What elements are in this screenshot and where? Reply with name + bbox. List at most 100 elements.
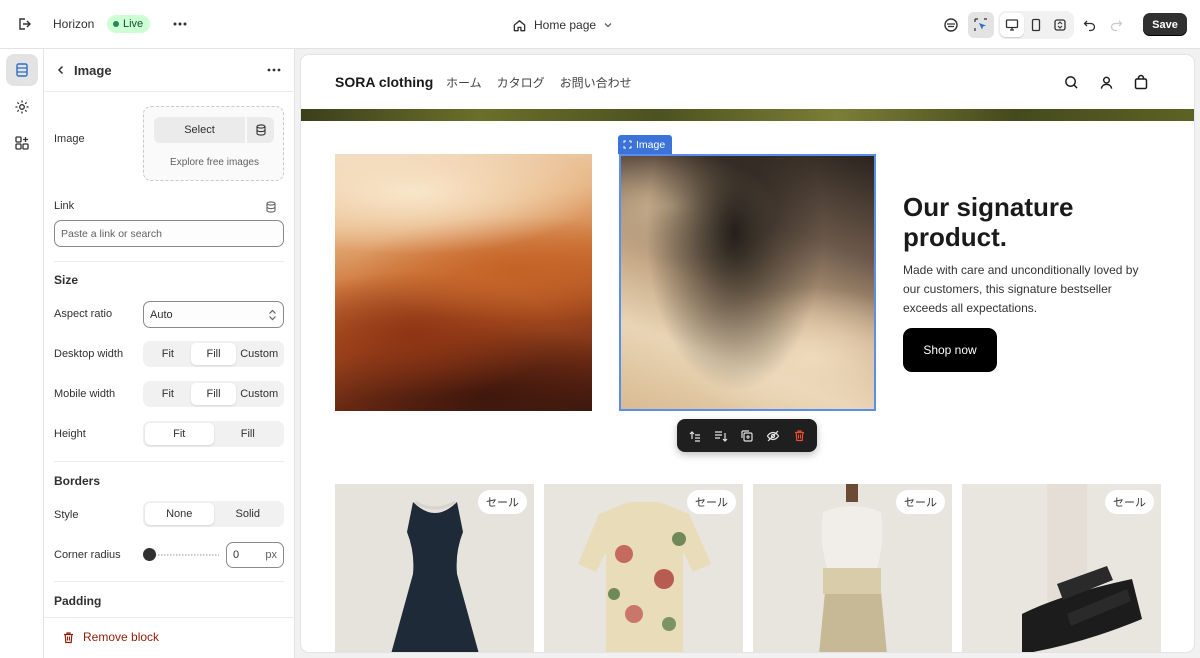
store-header-icons [1061,72,1151,92]
product-card-sandal[interactable]: セール [962,484,1161,652]
store-logo[interactable]: SORA clothing [335,74,433,90]
search-icon[interactable] [1061,72,1081,92]
mobile-icon[interactable] [1024,13,1048,37]
mobile-width-label: Mobile width [54,388,116,400]
divider [54,581,284,582]
exit-icon[interactable] [14,14,34,34]
padding-section-title: Padding [54,594,102,608]
height-toggle: Fit Fill [143,421,284,447]
abstract-orange-image[interactable] [335,154,592,411]
theme-name: Horizon [53,17,95,31]
store-nav: ホーム カタログ お問い合わせ [446,74,632,91]
border-style-none[interactable]: None [145,503,214,525]
page-selector-label: Home page [534,18,597,32]
dynamic-source-icon[interactable] [263,199,279,215]
home-icon [513,19,526,31]
panel-more-icon[interactable] [264,61,284,79]
settings-gear-icon[interactable] [6,91,38,123]
desktop-width-fill[interactable]: Fill [190,343,237,365]
fullscreen-icon[interactable] [1048,13,1072,37]
select-image-button[interactable]: Select [154,117,245,143]
desktop-width-fit[interactable]: Fit [145,343,191,365]
block-toolbar [677,419,817,452]
move-up-icon[interactable] [683,425,705,447]
image-picker: Select Explore free images [143,106,284,181]
remove-block-button[interactable]: Remove block [62,630,159,644]
aspect-ratio-value: Auto [150,308,173,321]
panel-header: Image [44,49,294,92]
product-card-pants[interactable]: セール [753,484,952,652]
desktop-width-label: Desktop width [54,348,124,360]
desktop-width-custom[interactable]: Custom [236,343,282,365]
border-style-solid[interactable]: Solid [214,503,283,525]
aspect-ratio-select[interactable]: Auto [143,301,284,328]
link-label: Link [54,200,75,212]
nav-catalog-link[interactable]: カタログ [497,74,545,91]
settings-panel: Image Image Select Explore free images L… [44,49,295,658]
height-fill[interactable]: Fill [214,423,283,445]
style-label: Style [54,509,79,521]
explore-free-images-link[interactable]: Explore free images [144,157,285,168]
corner-radius-input[interactable]: 0 px [226,542,284,568]
desktop-width-toggle: Fit Fill Custom [143,341,284,367]
height-fit[interactable]: Fit [145,423,214,445]
store-header: SORA clothing ホーム カタログ お問い合わせ [301,55,1194,109]
nav-home-link[interactable]: ホーム [446,74,482,91]
sale-badge: セール [478,490,527,514]
page-selector[interactable]: Home page [512,14,613,36]
hero-banner-image [301,109,1194,121]
hide-eye-icon[interactable] [762,425,784,447]
cart-bag-icon[interactable] [1131,72,1151,92]
sale-badge: セール [1105,490,1154,514]
frame-icon [623,140,632,149]
link-input[interactable] [54,220,284,247]
live-dot-icon [113,21,119,27]
divider [54,461,284,462]
corner-radius-slider-thumb[interactable] [143,548,156,561]
back-chevron-icon[interactable] [52,61,70,79]
storefront-preview: SORA clothing ホーム カタログ お問い合わせ Image Our … [301,55,1194,652]
remove-block-row: Remove block [44,617,294,658]
delete-trash-icon[interactable] [789,425,811,447]
mobile-width-custom[interactable]: Custom [236,383,282,405]
aspect-ratio-label: Aspect ratio [54,308,113,320]
borders-section-title: Borders [54,474,101,488]
select-element-icon[interactable] [968,12,994,38]
product-card-dress[interactable]: セール [335,484,534,652]
more-options-icon[interactable] [170,14,190,34]
mobile-width-fit[interactable]: Fit [145,383,191,405]
live-badge: Live [107,15,151,33]
nav-contact-link[interactable]: お問い合わせ [560,74,632,91]
chevron-down-icon [604,23,612,28]
select-arrows-icon [269,309,276,320]
save-button[interactable]: Save [1143,13,1187,36]
corner-radius-slider-track[interactable] [149,554,219,556]
selected-image-tag-label: Image [636,138,666,151]
size-section-title: Size [54,273,79,287]
corner-radius-value: 0 [233,549,240,561]
panel-title: Image [74,63,112,78]
image-label: Image [54,133,85,145]
inspector-icon[interactable] [938,12,964,38]
shop-now-button[interactable]: Shop now [903,328,997,372]
mobile-width-fill[interactable]: Fill [190,383,237,405]
height-label: Height [54,428,86,440]
product-card-shirt[interactable]: セール [544,484,743,652]
undo-icon[interactable] [1077,12,1103,38]
sections-icon[interactable] [6,54,38,86]
device-toggle-group [998,11,1074,39]
duplicate-icon[interactable] [736,425,758,447]
divider [54,261,284,262]
database-icon[interactable] [247,117,274,143]
account-icon[interactable] [1096,72,1116,92]
redo-icon[interactable] [1103,12,1129,38]
sand-dune-image-selected[interactable] [619,154,876,411]
apps-icon[interactable] [6,127,38,159]
sale-badge: セール [687,490,736,514]
selected-image-tag: Image [618,135,673,154]
desktop-icon[interactable] [1000,13,1024,37]
signature-description: Made with care and unconditionally loved… [903,263,1139,315]
border-style-toggle: None Solid [143,501,284,527]
move-down-icon[interactable] [710,425,732,447]
sale-badge: セール [896,490,945,514]
